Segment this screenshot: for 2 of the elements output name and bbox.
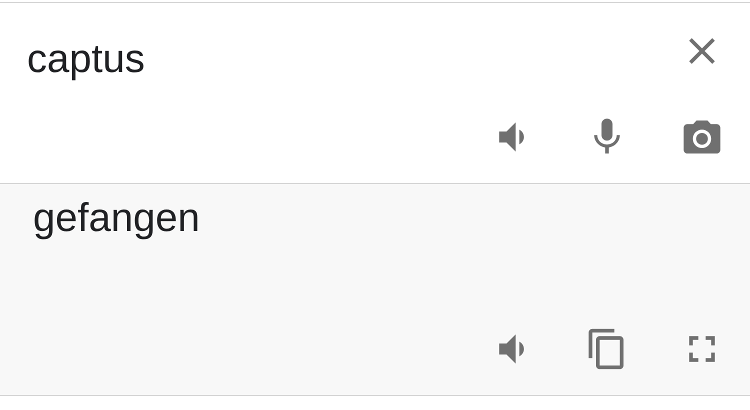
translation-text: gefangen [32, 195, 200, 242]
source-text: captus [26, 36, 145, 83]
